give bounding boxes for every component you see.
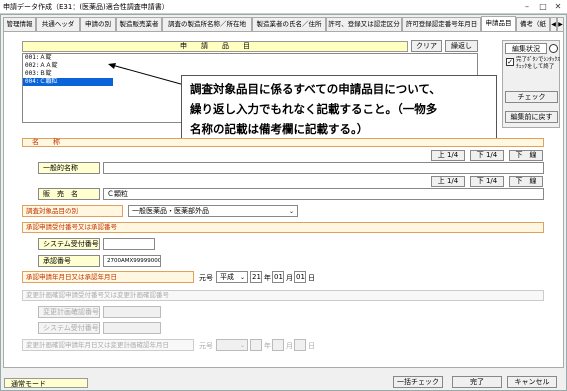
change-plan-date-label: 変更計画確認申請年月日又は変更計画確認年月日 <box>22 339 194 351</box>
callout-line: 調査対象品目に係るすべての申請品目について、 <box>190 82 441 96</box>
change-plan-year-unit: 年 <box>264 342 271 350</box>
callout-line: 繰り返し入力でもれなく記載すること。（一物多 <box>190 102 438 116</box>
callout-pointer <box>108 63 189 87</box>
restore-button[interactable]: 編集前に戻す <box>505 111 558 123</box>
generic-name-field[interactable] <box>103 162 544 174</box>
list-item[interactable]: 001:Ａ錠 <box>23 54 477 62</box>
system-number-label: システム受付番号 <box>38 238 100 250</box>
cancel-button[interactable]: キャンセル <box>507 376 557 388</box>
month-field[interactable]: 01 <box>272 271 284 283</box>
brand-name-field[interactable]: Ｃ顆粒 <box>103 188 544 200</box>
change-plan-era-prefix: 元号 <box>199 342 213 350</box>
tab-manufacturer-name[interactable]: 製造業者の氏名／住所 <box>252 17 326 31</box>
chevron-down-icon: ⌄ <box>239 342 245 349</box>
approval-number-field[interactable]: 2700AMX999990000 <box>103 255 161 267</box>
complete-checkbox-label: 完了ﾎﾞﾀﾝでｼﾝﾀｯｸｽﾁｪｯｸをして終了 <box>516 57 561 70</box>
month-unit: 月 <box>286 274 293 282</box>
generic-name-label: 一般的名称 <box>38 162 100 174</box>
batch-check-button[interactable]: 一括チェック <box>393 376 443 388</box>
title-bar: 申請データ作成（E31：(医薬品)適合性調査申請書） – □ ✕ <box>0 0 567 14</box>
brand-down-button[interactable]: 下 1/4 <box>470 176 504 187</box>
brand-name-label: 販 売 名 <box>38 188 100 200</box>
approval-number-label: 承認番号 <box>38 255 100 267</box>
approval-section-label: 承認申請受付番号又は承認番号 <box>22 222 544 233</box>
tab-scroll-right[interactable]: ▶ <box>557 17 564 31</box>
change-plan-day-unit: 日 <box>308 342 315 350</box>
category-label: 調査対象品目の別 <box>22 205 123 217</box>
era-prefix: 元号 <box>199 274 213 282</box>
tab-license-number[interactable]: 許可登録認定番号年月日 <box>402 17 481 31</box>
tab-facility-name[interactable]: 調査の製造所名称／所在地 <box>162 17 252 31</box>
day-field[interactable]: 01 <box>294 271 306 283</box>
change-plan-month-field <box>272 339 284 351</box>
era-value: 平成 <box>220 273 234 281</box>
generic-underline-button[interactable]: 下 線 <box>509 150 543 161</box>
tab-license-category[interactable]: 許可、登録又は認定区分 <box>326 17 402 31</box>
brand-up-button[interactable]: 上 1/4 <box>431 176 465 187</box>
category-select[interactable]: 一般医薬品・医薬部外品 ⌄ <box>128 205 298 217</box>
change-plan-month-unit: 月 <box>286 342 293 350</box>
edit-status-label: 編集状況 <box>505 43 547 54</box>
change-plan-system-label: システム受付番号 <box>38 322 100 334</box>
callout-line: 名称の記載は備考欄に記載する。） <box>190 122 369 136</box>
change-plan-system-field <box>103 322 161 334</box>
mode-status: 通常モード <box>4 378 88 388</box>
change-plan-day-field <box>294 339 306 351</box>
brand-underline-button[interactable]: 下 線 <box>509 176 543 187</box>
category-value: 一般医薬品・医薬部外品 <box>132 207 209 215</box>
change-plan-era-select: ⌄ <box>216 339 248 351</box>
close-icon[interactable]: ✕ <box>552 1 564 12</box>
tab-scroll-left[interactable]: ◀ <box>550 17 557 31</box>
generic-down-button[interactable]: 下 1/4 <box>470 150 504 161</box>
day-unit: 日 <box>308 274 315 282</box>
approval-date-label: 承認申請年月日又は承認年月日 <box>22 271 194 283</box>
check-button[interactable]: チェック <box>505 91 558 103</box>
tab-bar: 管理情報 共通ヘッダ 申請の別 製造販売業者 調査の製造所名称／所在地 製造業者… <box>3 16 564 31</box>
tab-common-header[interactable]: 共通ヘッダ <box>36 17 80 31</box>
tab-remarks[interactable]: 備考（紙 <box>516 17 550 31</box>
tab-application-type[interactable]: 申請の別 <box>80 17 116 31</box>
year-unit: 年 <box>264 274 271 282</box>
name-section-label: 名 称 <box>32 138 60 146</box>
complete-checkbox[interactable]: ✓ <box>506 58 514 66</box>
generic-up-button[interactable]: 上 1/4 <box>431 150 465 161</box>
change-plan-number-label: 変更計画確認番号 <box>38 306 100 318</box>
name-section <box>22 138 544 147</box>
clear-button[interactable]: クリア <box>411 40 442 52</box>
product-list-header: 申 請 品 目 <box>22 41 408 52</box>
maximize-icon[interactable]: □ <box>537 1 549 12</box>
window-title: 申請データ作成（E31：(医薬品)適合性調査申請書） <box>3 3 169 11</box>
tab-marketer[interactable]: 製造販売業者 <box>116 17 162 31</box>
tab-application-items[interactable]: 申請品目 <box>481 16 516 31</box>
era-select[interactable]: 平成 ⌄ <box>216 271 248 283</box>
chevron-down-icon: ⌄ <box>288 208 294 215</box>
change-plan-number-field <box>103 306 161 318</box>
chevron-down-icon: ⌄ <box>239 274 245 281</box>
list-item[interactable]: 002:ＡＡ錠 <box>23 62 477 70</box>
status-indicator-icon <box>549 44 558 53</box>
complete-button[interactable]: 完了 <box>452 376 502 388</box>
annotation-callout: 調査対象品目に係るすべての申請品目について、 繰り返し入力でもれなく記載すること… <box>181 75 497 145</box>
system-number-field[interactable] <box>103 238 155 250</box>
year-field[interactable]: 21 <box>250 271 262 283</box>
tab-management[interactable]: 管理情報 <box>3 17 36 31</box>
change-plan-section-label: 変更計画確認申請受付番号又は変更計画確認番号 <box>22 290 544 301</box>
change-plan-year-field <box>250 339 262 351</box>
minimize-icon[interactable]: – <box>521 1 533 12</box>
repeat-button[interactable]: 繰返し <box>445 40 478 52</box>
